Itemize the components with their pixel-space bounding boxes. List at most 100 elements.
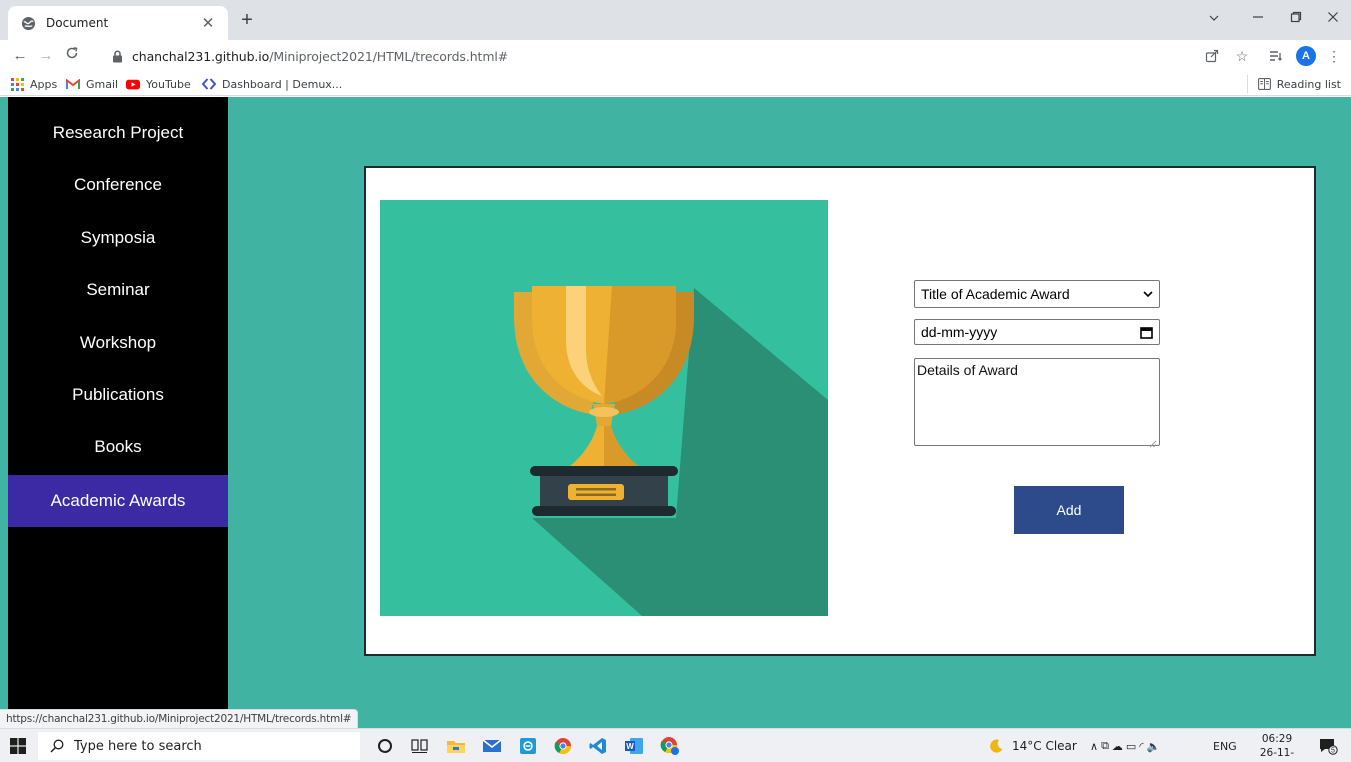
search-icon (50, 739, 64, 753)
minimize-icon[interactable] (1243, 6, 1273, 30)
reload-icon[interactable] (60, 44, 84, 68)
language-indicator[interactable]: ENG (1213, 729, 1237, 762)
trophy-icon (514, 286, 828, 616)
url-host: chanchal231.github.io (132, 48, 270, 64)
reading-list-button[interactable]: Reading list (1246, 75, 1341, 93)
apps-grid-icon (10, 77, 24, 91)
search-placeholder: Type here to search (74, 738, 202, 754)
browser-tab-strip: Document ✕ + (0, 0, 1351, 40)
resize-grip-icon[interactable] (1149, 435, 1157, 448)
sidebar-item-seminar[interactable]: Seminar (8, 264, 228, 316)
sidebar-item-label: Conference (74, 175, 162, 194)
award-date-input[interactable]: dd-mm-yyyy (914, 319, 1160, 345)
demux-icon (202, 77, 216, 91)
bookmark-label: YouTube (146, 77, 191, 91)
file-explorer-icon[interactable] (444, 734, 468, 758)
globe-icon (20, 15, 36, 31)
page-content: Research Project Conference Symposia Sem… (0, 97, 1351, 728)
sidebar-nav: Research Project Conference Symposia Sem… (8, 97, 228, 728)
sidebar-item-label: Publications (72, 385, 164, 404)
bookmark-label: Gmail (86, 77, 119, 91)
mail-icon[interactable] (480, 734, 504, 758)
chrome-icon[interactable] (551, 734, 575, 758)
browser-tab[interactable]: Document ✕ (8, 6, 228, 40)
weather-text: 14°C Clear (1012, 739, 1077, 753)
cortana-icon[interactable] (373, 734, 397, 758)
windows-start-icon[interactable] (10, 738, 26, 754)
share-icon[interactable] (1200, 44, 1224, 68)
gmail-icon (66, 77, 80, 91)
calendar-icon[interactable] (1140, 326, 1153, 339)
award-details-textarea[interactable]: Details of Award (914, 358, 1160, 448)
forward-icon[interactable]: → (34, 44, 58, 68)
chrome-profile-icon[interactable] (658, 734, 682, 758)
meet-now-icon[interactable]: ⧉ (1101, 739, 1112, 753)
windows-taskbar: Type here to search W 14°C Clear ∧ ⧉ ☁ ▭… (0, 728, 1351, 762)
trophy-illustration (380, 200, 828, 616)
taskbar-search-box[interactable]: Type here to search (38, 732, 360, 760)
taskbar-clock[interactable]: 06:29 26-11-2021 (1248, 732, 1306, 762)
reading-list-label: Reading list (1276, 77, 1341, 91)
profile-avatar[interactable]: A (1294, 44, 1318, 68)
url-path: /Miniproject2021/HTML/trecords.html# (269, 48, 509, 64)
restore-icon[interactable] (1281, 6, 1311, 30)
clock-date: 26-11-2021 (1259, 747, 1295, 762)
sidebar-item-research-project[interactable]: Research Project (8, 107, 228, 159)
clock-time: 06:29 (1261, 733, 1293, 745)
date-placeholder: dd-mm-yyyy (921, 324, 998, 340)
task-view-icon[interactable] (408, 734, 432, 758)
vscode-icon[interactable] (586, 734, 610, 758)
bookmark-dashboard[interactable]: Dashboard | Demux... (202, 75, 342, 93)
sidebar-item-label: Academic Awards (50, 491, 186, 510)
details-placeholder: Details of Award (917, 362, 1018, 378)
wifi-icon[interactable]: ◜ (1139, 740, 1146, 753)
sidebar-item-academic-awards[interactable]: Academic Awards (8, 475, 228, 527)
system-tray-icons[interactable]: ∧ ⧉ ☁ ▭ ◜ 🔈 (1090, 729, 1163, 762)
new-tab-icon[interactable]: + (234, 8, 260, 34)
lock-icon[interactable] (110, 49, 124, 63)
svg-text:W: W (626, 742, 634, 751)
sidebar-item-symposia[interactable]: Symposia (8, 212, 228, 264)
notification-count: 5 (1331, 748, 1335, 755)
award-title-value: Title of Academic Award (921, 286, 1070, 302)
award-title-select[interactable]: Title of Academic Award (914, 280, 1160, 308)
sidebar-item-label: Research Project (52, 123, 184, 142)
award-form-card: Title of Academic Award dd-mm-yyyy Detai… (364, 166, 1316, 656)
sidebar-item-conference[interactable]: Conference (8, 159, 228, 211)
bookmarks-bar: Apps Gmail YouTube Dashboard | Demux... … (0, 72, 1351, 96)
more-menu-icon[interactable]: ⋮ (1322, 44, 1346, 68)
battery-icon[interactable]: ▭ (1126, 740, 1139, 753)
notification-center-icon[interactable]: 5 (1316, 734, 1340, 758)
tab-close-icon[interactable]: ✕ (200, 14, 216, 32)
chevron-down-icon (1143, 290, 1153, 298)
chevron-up-icon[interactable]: ∧ (1090, 740, 1101, 753)
sidebar-item-workshop[interactable]: Workshop (8, 317, 228, 369)
reading-list-icon (1257, 78, 1271, 90)
close-window-icon[interactable] (1318, 6, 1348, 30)
word-icon[interactable]: W (622, 734, 646, 758)
store-app-icon[interactable] (516, 734, 540, 758)
youtube-icon (126, 77, 140, 91)
add-button[interactable]: Add (1014, 486, 1124, 534)
sidebar-item-label: Seminar (86, 280, 150, 299)
bookmark-label: Apps (30, 77, 58, 91)
tab-search-icon[interactable] (1199, 6, 1229, 30)
volume-icon[interactable]: 🔈 (1147, 740, 1164, 753)
sidebar-item-books[interactable]: Books (8, 421, 228, 473)
url-text: chanchal231.github.io/Miniproject2021/HT… (132, 49, 508, 64)
bookmark-gmail[interactable]: Gmail (66, 75, 118, 93)
sidebar-item-label: Symposia (80, 228, 156, 247)
weather-widget[interactable]: 14°C Clear (988, 729, 1077, 762)
address-bar[interactable]: chanchal231.github.io/Miniproject2021/HT… (110, 44, 1190, 68)
reading-list-queue-icon[interactable] (1264, 44, 1288, 68)
bookmark-youtube[interactable]: YouTube (126, 75, 191, 93)
bookmark-label: Dashboard | Demux... (222, 77, 343, 91)
bookmark-apps[interactable]: Apps (10, 75, 57, 93)
bookmark-star-icon[interactable]: ☆ (1230, 44, 1254, 68)
browser-toolbar: ← → chanchal231.github.io/Miniproject202… (0, 40, 1351, 72)
back-icon[interactable]: ← (8, 44, 32, 68)
onedrive-icon[interactable]: ☁ (1112, 740, 1126, 753)
sidebar-item-publications[interactable]: Publications (8, 369, 228, 421)
sidebar-item-label: Books (94, 437, 142, 456)
avatar: A (1296, 46, 1316, 66)
